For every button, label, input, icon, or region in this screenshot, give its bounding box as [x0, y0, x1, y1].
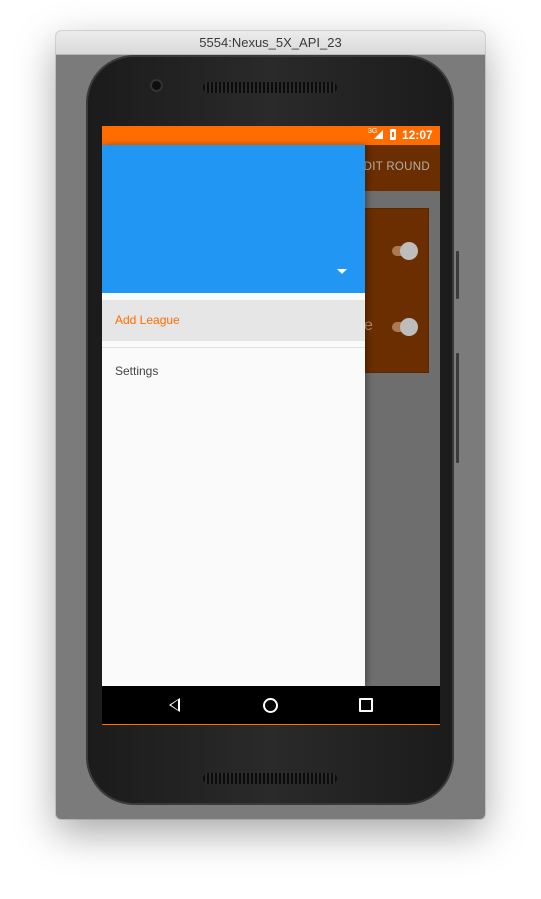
battery-icon	[390, 129, 396, 140]
status-bar: 3G 12:07	[102, 126, 440, 145]
edit-round-button[interactable]: EDIT ROUND	[356, 161, 430, 173]
drawer-divider	[102, 347, 365, 348]
toggle-switch-1[interactable]	[390, 242, 418, 260]
device-screen: 3G 12:07 EDIT ROUND e Add League Setting…	[102, 126, 440, 725]
settings-card	[364, 208, 429, 373]
drawer-item-add-league[interactable]: Add League	[102, 300, 365, 341]
system-nav-bar	[102, 686, 440, 725]
volume-button[interactable]	[456, 353, 459, 463]
drawer-item-settings[interactable]: Settings	[102, 351, 365, 391]
home-icon[interactable]	[263, 698, 278, 713]
toggle-thumb	[400, 242, 418, 260]
top-speaker	[203, 82, 337, 93]
back-icon[interactable]	[169, 698, 180, 712]
triangle-down-icon[interactable]	[337, 269, 347, 274]
recents-icon[interactable]	[359, 698, 373, 712]
signal-icon	[374, 130, 383, 139]
toggle-thumb	[400, 318, 418, 336]
bottom-speaker	[203, 773, 337, 784]
toggle-switch-2[interactable]	[390, 318, 418, 336]
window-title: 5554:Nexus_5X_API_23	[56, 31, 485, 55]
status-time: 12:07	[402, 128, 433, 142]
navigation-drawer: Add League Settings	[102, 145, 365, 686]
power-button[interactable]	[456, 251, 459, 299]
drawer-header	[102, 145, 365, 293]
partial-label: e	[364, 317, 373, 334]
camera-icon	[152, 81, 161, 90]
